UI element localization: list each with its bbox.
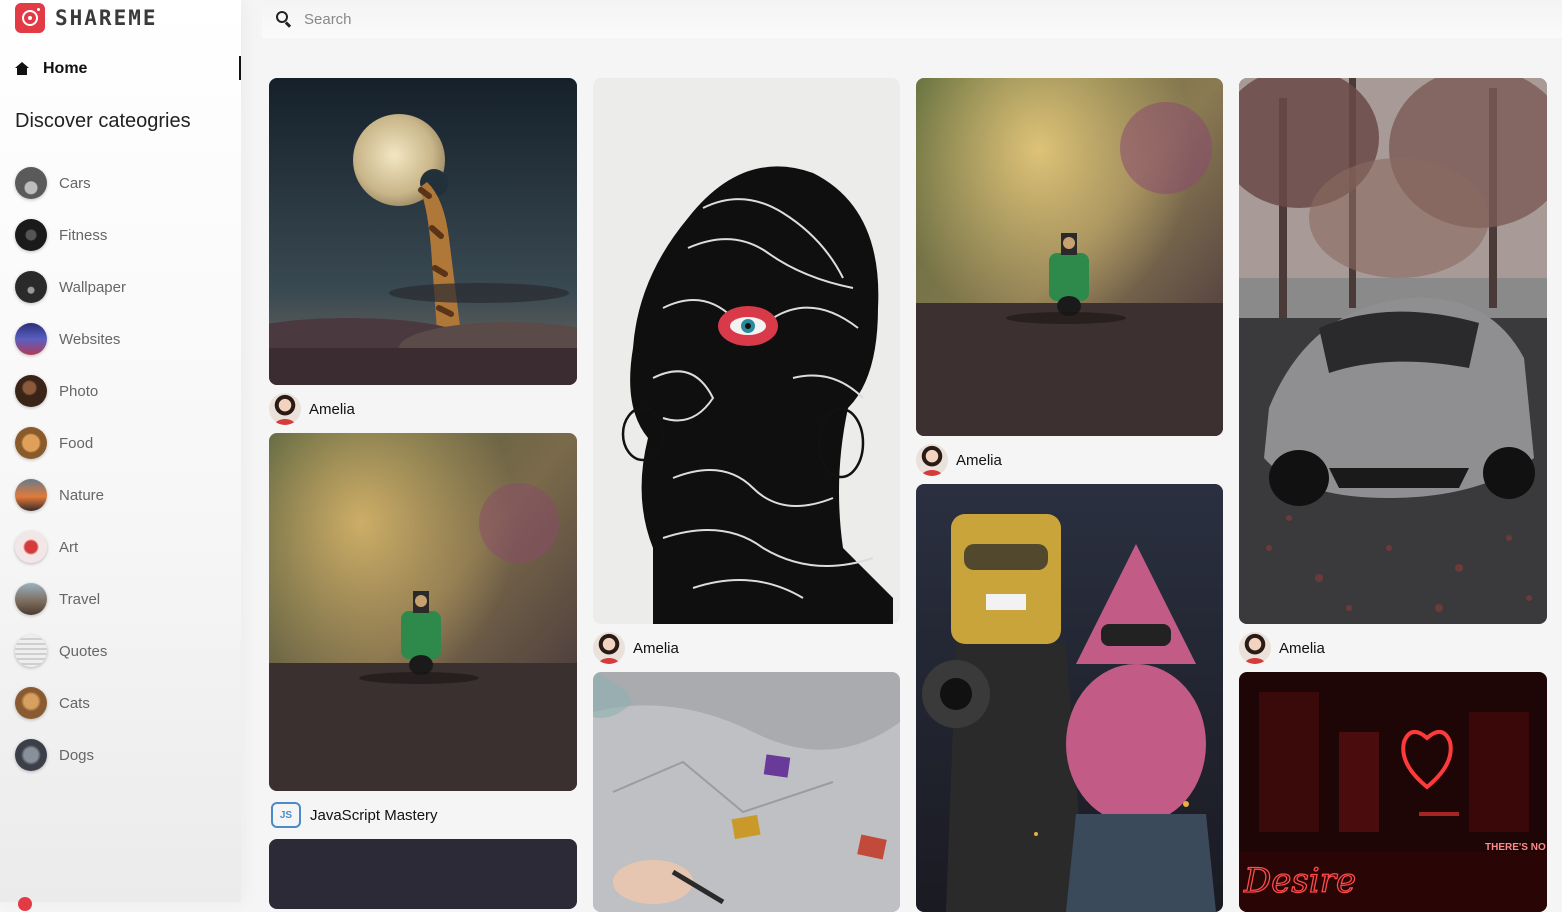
sidebar: SHAREME Home Discover cateogries Cars Fi… — [0, 0, 241, 911]
search-bar — [262, 0, 1562, 38]
avatar — [269, 393, 301, 425]
category-label: Photo — [59, 382, 99, 400]
home-icon — [15, 62, 29, 76]
pin-image-line-art-face[interactable] — [593, 78, 900, 624]
sidebar-item-wallpaper[interactable]: Wallpaper — [15, 261, 126, 313]
discover-heading: Discover cateogries — [15, 110, 191, 132]
category-label: Art — [59, 538, 79, 556]
sidebar-item-food[interactable]: Food — [15, 417, 126, 469]
category-label: Quotes — [59, 642, 108, 660]
category-label: Nature — [59, 486, 105, 504]
category-thumbnail — [15, 583, 47, 615]
sidebar-item-cats[interactable]: Cats — [15, 677, 126, 729]
category-thumbnail — [15, 271, 47, 303]
pin-author[interactable]: JS JavaScript Mastery — [271, 799, 438, 831]
author-name: Amelia — [956, 451, 1002, 469]
neon-script-text: Desire — [1243, 861, 1356, 901]
sidebar-item-art[interactable]: Art — [15, 521, 126, 573]
sidebar-item-cars[interactable]: Cars — [15, 157, 126, 209]
js-mastery-logo: JS — [271, 802, 301, 828]
pin-image-dark[interactable] — [269, 839, 577, 909]
sidebar-item-quotes[interactable]: Quotes — [15, 625, 126, 677]
pin-illustration — [1239, 78, 1547, 624]
pin-image-paint-pans[interactable] — [593, 672, 900, 912]
category-thumbnail — [15, 531, 47, 563]
category-list: Cars Fitness Wallpaper Websites Photo Fo… — [15, 157, 126, 781]
category-label: Cars — [59, 174, 91, 192]
pin-illustration: Desire THERE'S NO ESCAPE — [1239, 672, 1547, 912]
category-thumbnail — [15, 375, 47, 407]
pin-image-green-scooter[interactable] — [916, 78, 1223, 436]
pin-image-green-scooter[interactable] — [269, 433, 577, 791]
pin-illustration — [269, 433, 577, 791]
author-name: Amelia — [309, 400, 355, 418]
camera-icon — [15, 3, 45, 33]
category-thumbnail — [15, 739, 47, 771]
category-label: Food — [59, 434, 94, 452]
sidebar-item-fitness[interactable]: Fitness — [15, 209, 126, 261]
sidebar-item-nature[interactable]: Nature — [15, 469, 126, 521]
pin-illustration — [269, 78, 577, 385]
home-label: Home — [43, 60, 88, 77]
category-thumbnail — [15, 323, 47, 355]
category-label: Websites — [59, 330, 121, 348]
sidebar-item-home[interactable]: Home — [15, 56, 241, 82]
avatar — [593, 632, 625, 664]
active-indicator — [239, 56, 241, 80]
pin-image-neon-desire[interactable]: Desire THERE'S NO ESCAPE — [1239, 672, 1547, 912]
sidebar-item-dogs[interactable]: Dogs — [15, 729, 126, 781]
author-name: Amelia — [1279, 639, 1325, 657]
pin-illustration — [916, 484, 1223, 912]
pin-author[interactable]: Amelia — [1239, 632, 1325, 664]
pin-illustration — [593, 672, 900, 912]
avatar — [916, 444, 948, 476]
category-thumbnail — [15, 167, 47, 199]
user-avatar[interactable] — [18, 897, 32, 911]
category-label: Travel — [59, 590, 101, 608]
pin-author[interactable]: Amelia — [916, 444, 1002, 476]
pin-illustration — [593, 78, 900, 624]
logo-text: SHAREME — [55, 6, 158, 30]
pin-author[interactable]: Amelia — [593, 632, 679, 664]
pin-illustration — [916, 78, 1223, 436]
author-name: JavaScript Mastery — [310, 806, 438, 824]
avatar — [1239, 632, 1271, 664]
pin-image-giraffe-moon[interactable] — [269, 78, 577, 385]
category-label: Dogs — [59, 746, 95, 764]
search-input[interactable] — [302, 9, 906, 29]
category-thumbnail — [15, 219, 47, 251]
category-thumbnail — [15, 427, 47, 459]
logo[interactable]: SHAREME — [15, 3, 158, 33]
category-label: Cats — [59, 694, 90, 712]
pin-image-spongebob-patrick[interactable] — [916, 484, 1223, 912]
neon-sign-text: THERE'S NO ESCAPE — [1485, 842, 1547, 853]
author-name: Amelia — [633, 639, 679, 657]
category-thumbnail — [15, 635, 47, 667]
category-label: Wallpaper — [59, 278, 126, 296]
category-thumbnail — [15, 687, 47, 719]
sidebar-item-websites[interactable]: Websites — [15, 313, 126, 365]
category-thumbnail — [15, 479, 47, 511]
pin-author[interactable]: Amelia — [269, 393, 355, 425]
pin-image-grey-lamborghini[interactable] — [1239, 78, 1547, 624]
category-label: Fitness — [59, 226, 108, 244]
sidebar-item-photo[interactable]: Photo — [15, 365, 126, 417]
search-icon — [275, 10, 293, 28]
sidebar-item-travel[interactable]: Travel — [15, 573, 126, 625]
